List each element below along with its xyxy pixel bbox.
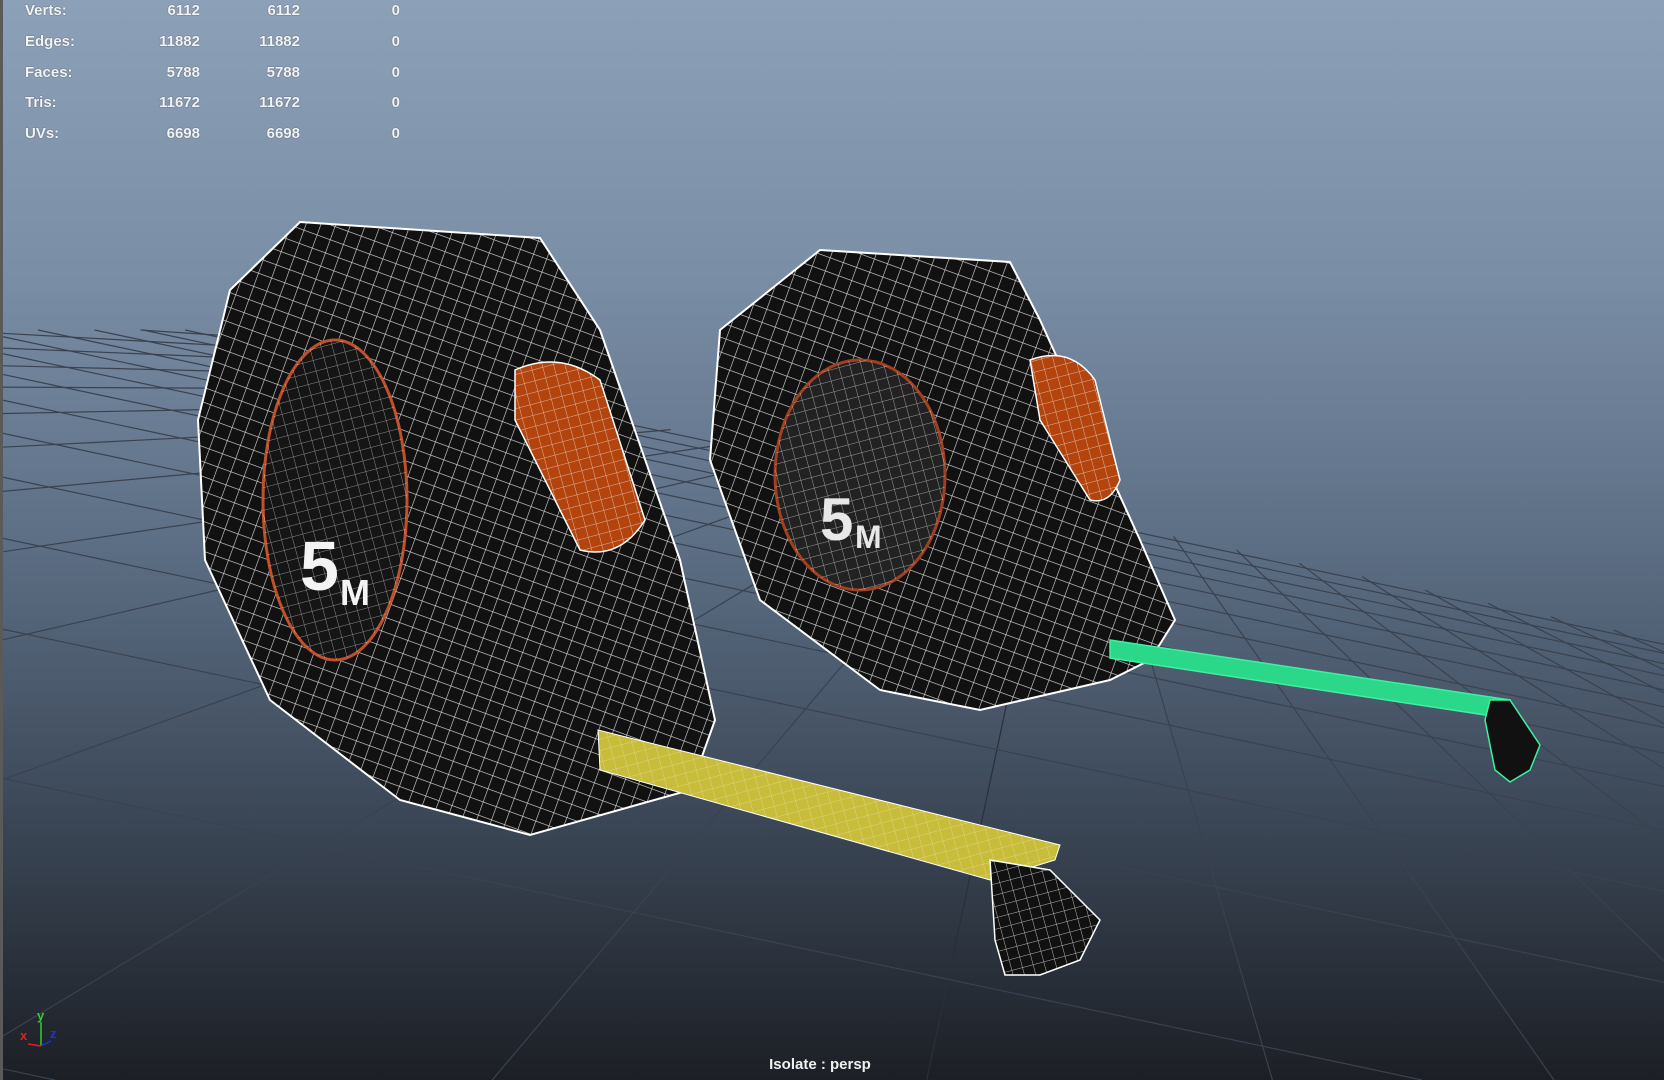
scene: 5 M 5 M — [0, 220, 1664, 1080]
svg-text:M: M — [340, 572, 370, 613]
tape-measure-right: 5 M — [708, 248, 1541, 783]
axis-y-label: y — [37, 1008, 45, 1023]
hud-row-faces: Faces: 5788 5788 0 — [25, 64, 400, 81]
grid-line — [1236, 549, 1664, 962]
grid-line — [0, 777, 1423, 1080]
svg-text:5: 5 — [820, 486, 853, 553]
svg-text:M: M — [855, 519, 882, 555]
hud-row-edges: Edges: 11882 11882 0 — [25, 33, 400, 50]
hud-row-tris: Tris: 11672 11672 0 — [25, 94, 400, 111]
3d-viewport[interactable]: 5 M 5 M Verts: 6112 6112 0 Edges: 11882 11882… — [0, 0, 1664, 1080]
axis-gizmo: y x z — [18, 1008, 68, 1048]
grid-line — [140, 329, 231, 337]
hud-row-uvs: UVs: 6698 6698 0 — [25, 125, 400, 142]
viewport-border — [0, 0, 3, 1080]
axis-x-label: x — [20, 1028, 28, 1043]
axis-z-label: z — [50, 1026, 57, 1041]
hud-row-verts: Verts: 6112 6112 0 — [25, 2, 400, 19]
grid-line — [1613, 629, 1664, 653]
svg-text:5: 5 — [300, 527, 339, 605]
camera-label: Isolate : persp — [769, 1056, 871, 1073]
grid-line — [0, 1067, 56, 1080]
